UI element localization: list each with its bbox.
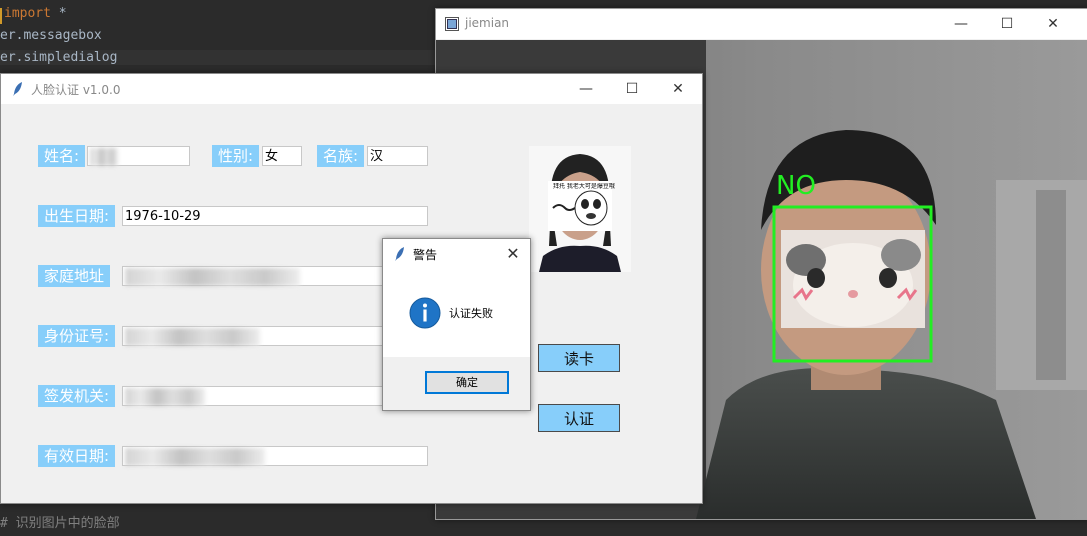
issuer-label: 签发机关: — [38, 385, 116, 407]
close-button[interactable]: ✕ — [655, 74, 701, 104]
id-photo: 拜托 我老大可是爆豆哦 — [529, 146, 631, 272]
dialog-titlebar[interactable]: 警告 ✕ — [383, 239, 530, 269]
main-titlebar[interactable]: 人脸认证 v1.0.0 — ☐ ✕ — [1, 74, 702, 104]
code-line-3: er.simpledialog — [0, 50, 440, 65]
gender-label: 性别: — [212, 145, 260, 167]
verify-button[interactable]: 认证 — [538, 404, 620, 432]
read-card-button[interactable]: 读卡 — [538, 344, 620, 372]
info-icon — [409, 297, 441, 329]
camera-window-title: jiemian — [465, 16, 510, 30]
sticker-caption: 拜托 我老大可是爆豆哦 — [553, 183, 615, 190]
maximize-button[interactable]: ☐ — [984, 9, 1030, 39]
redacted-text — [125, 328, 260, 346]
face-auth-window[interactable]: 人脸认证 v1.0.0 — ☐ ✕ 姓名: 性别: 女 名族: 汉 出生日期: … — [0, 73, 703, 504]
ethnicity-field[interactable]: 汉 — [367, 146, 428, 166]
dialog-footer: 确定 — [383, 357, 530, 410]
maximize-button[interactable]: ☐ — [609, 74, 655, 104]
valid-date-field[interactable] — [122, 446, 428, 466]
code-comment: # 识别图片中的脸部 — [0, 516, 120, 531]
valid-date-label: 有效日期: — [38, 445, 116, 467]
redacted-text — [125, 388, 205, 406]
code-line-1: import * — [4, 6, 67, 21]
camera-titlebar[interactable]: jiemian — ☐ ✕ — [436, 9, 1087, 39]
warning-dialog[interactable]: 警告 ✕ 认证失败 确定 — [382, 238, 531, 411]
detection-label: NO — [776, 171, 816, 201]
code-line-2: er.messagebox — [0, 28, 102, 43]
name-label: 姓名: — [38, 145, 86, 167]
gender-field[interactable]: 女 — [262, 146, 302, 166]
birth-date-field[interactable]: 1976-10-29 — [122, 206, 428, 226]
gutter-marker — [0, 8, 2, 24]
code-text: * — [50, 6, 67, 21]
dialog-title: 警告 — [413, 248, 438, 262]
address-label: 家庭地址 — [38, 265, 111, 287]
dialog-message: 认证失败 — [449, 307, 493, 320]
minimize-button[interactable]: — — [938, 9, 984, 39]
window-app-icon — [445, 17, 459, 31]
redacted-text — [125, 448, 265, 466]
id-number-label: 身份证号: — [38, 325, 116, 347]
birth-date-label: 出生日期: — [38, 205, 116, 227]
close-button[interactable]: ✕ — [1030, 9, 1076, 39]
dialog-body: 认证失败 — [383, 269, 530, 357]
keyword-import: import — [4, 6, 51, 21]
feather-icon — [395, 247, 404, 261]
feather-icon — [13, 82, 22, 96]
redacted-text — [90, 148, 118, 166]
redacted-text — [125, 268, 300, 286]
ethnicity-label: 名族: — [317, 145, 365, 167]
name-field[interactable] — [87, 146, 190, 166]
ok-button[interactable]: 确定 — [425, 371, 509, 394]
minimize-button[interactable]: — — [563, 74, 609, 104]
main-window-title: 人脸认证 v1.0.0 — [31, 83, 121, 97]
id-photo-image — [529, 146, 631, 272]
close-button[interactable]: ✕ — [497, 239, 529, 269]
